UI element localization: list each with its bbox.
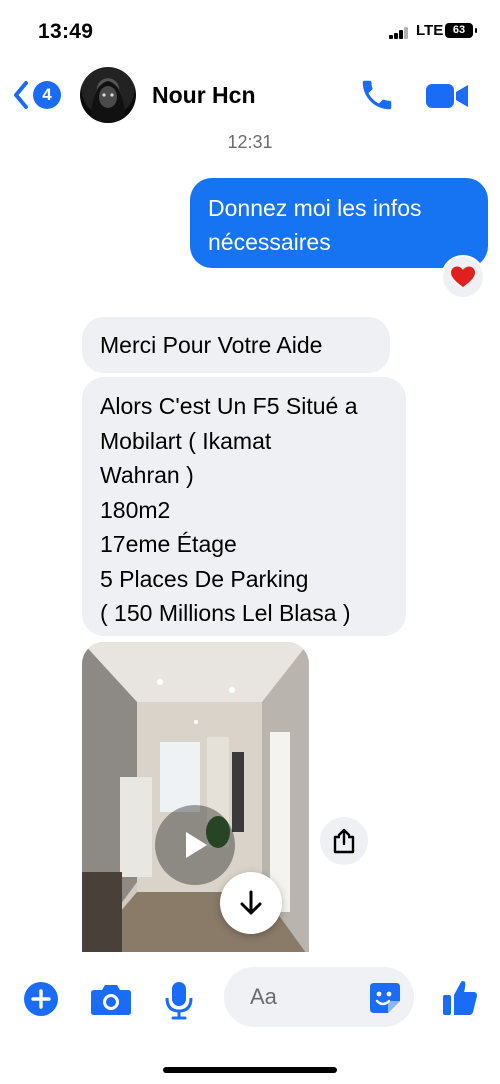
message-composer: Aa (0, 952, 500, 1084)
plus-icon (24, 982, 58, 1016)
phone-icon[interactable] (358, 76, 396, 114)
message-line: nécessaires (208, 229, 331, 255)
chevron-left-icon (14, 81, 28, 109)
message-line: Wahran ) (100, 462, 194, 488)
sticker-button[interactable] (366, 979, 404, 1017)
unread-count-badge: 4 (33, 81, 61, 109)
status-time: 13:49 (38, 20, 94, 43)
avatar-image (90, 81, 126, 123)
thumbs-up-icon (443, 981, 477, 1015)
message-line: 17eme Étage (100, 531, 237, 557)
sticker-icon (370, 983, 400, 1013)
microphone-button[interactable] (162, 980, 196, 1020)
play-button[interactable] (155, 805, 235, 885)
avatar[interactable] (80, 67, 136, 123)
status-bar: 13:49 LTE 63 (0, 0, 500, 62)
video-camera-icon[interactable] (424, 81, 470, 111)
home-indicator[interactable] (163, 1067, 337, 1073)
message-timestamp: 12:31 (227, 132, 273, 152)
play-icon (186, 832, 207, 858)
battery-icon: 63 (445, 23, 477, 38)
camera-icon (91, 985, 131, 1015)
back-button[interactable]: 4 (12, 78, 61, 112)
message-line: 5 Places De Parking (100, 565, 309, 592)
message-line: 180m2 (100, 496, 171, 523)
message-line: Alors C'est Un F5 Situé a (100, 393, 358, 419)
signal-icon (389, 27, 409, 39)
arrow-down-icon (240, 890, 262, 915)
heart-icon (451, 266, 475, 287)
outgoing-message[interactable]: Donnez moi les infos nécessaires (190, 178, 488, 268)
message-line: ( 150 Millions Lel Blasa ) (100, 600, 351, 626)
heart-reaction[interactable] (443, 257, 483, 297)
network-label: LTE (416, 22, 444, 39)
message-line: Donnez moi les infos (208, 195, 422, 221)
scroll-to-bottom-button[interactable] (220, 872, 282, 934)
camera-button[interactable] (89, 981, 133, 1017)
add-button[interactable] (22, 980, 60, 1018)
microphone-icon (165, 982, 193, 1020)
message-line: Mobilart ( Ikamat (100, 427, 272, 454)
like-button[interactable] (441, 978, 479, 1018)
incoming-message[interactable]: Alors C'est Un F5 Situé a Mobilart ( Ika… (82, 377, 406, 636)
share-button[interactable] (320, 817, 368, 865)
chat-header: 4 Nour Hcn (0, 62, 500, 132)
incoming-message[interactable]: Merci Pour Votre Aide (82, 317, 390, 373)
share-icon (333, 828, 355, 854)
contact-name[interactable]: Nour Hcn (152, 82, 256, 109)
